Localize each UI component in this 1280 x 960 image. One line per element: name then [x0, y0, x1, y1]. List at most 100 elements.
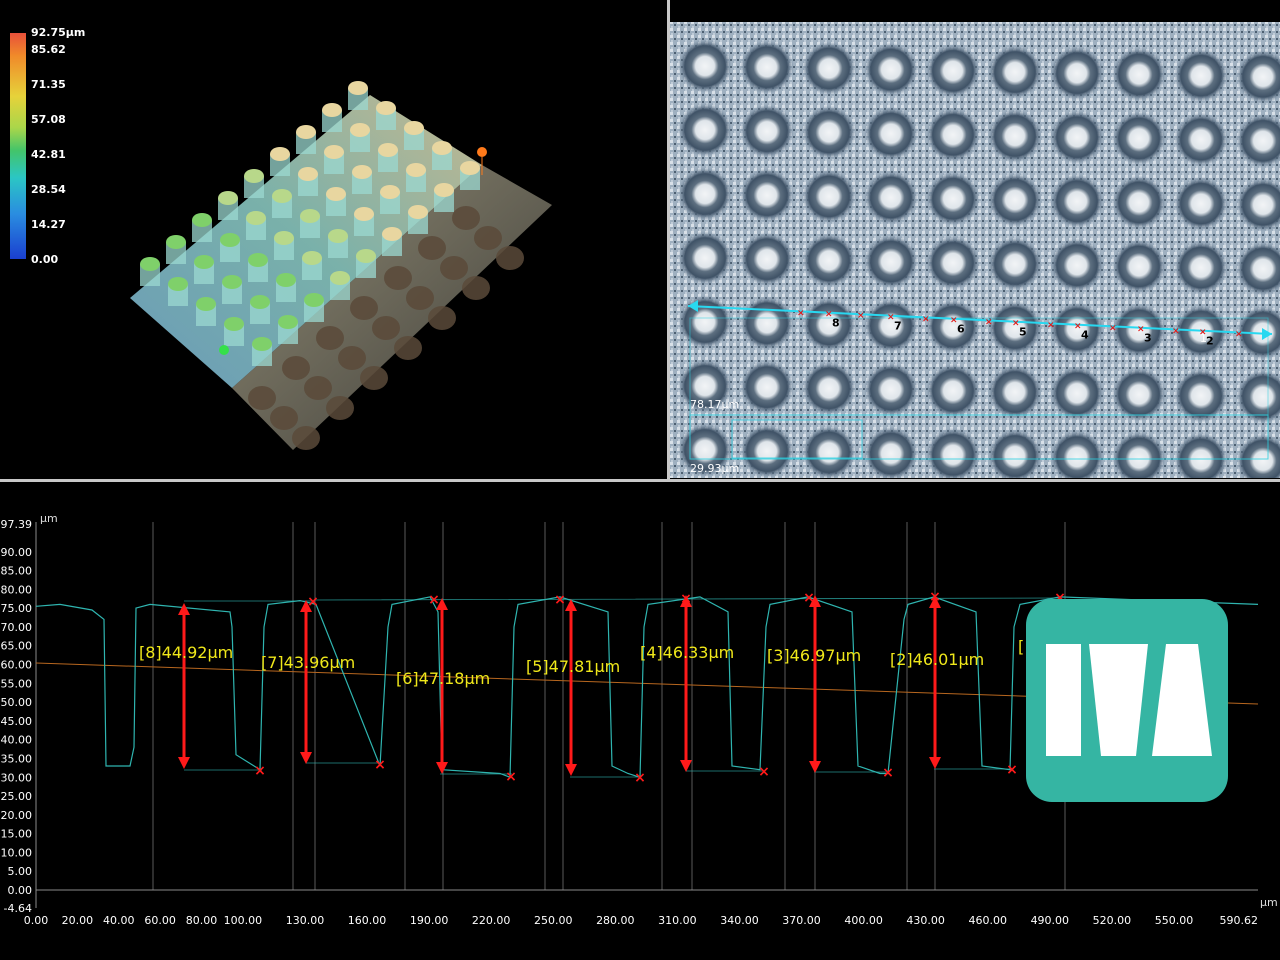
well	[1050, 174, 1104, 229]
well	[926, 299, 980, 354]
pillar-top	[302, 251, 322, 265]
well	[926, 363, 980, 418]
pillar-top	[376, 101, 396, 115]
y-tick-label: 40.00	[1, 734, 33, 747]
pillar-top	[434, 183, 454, 197]
y-tick-label: 80.00	[1, 583, 33, 596]
3d-view-panel[interactable]: 92.75µm 85.62 71.35 57.08 42.81 28.54 14…	[0, 0, 667, 478]
height-arrow-head	[436, 762, 448, 774]
well	[1112, 47, 1166, 102]
optical-image[interactable]: × × × × × × × × × × × × × × ×8 7 6 5 4 3 21 78.17µm 29.93µm	[670, 0, 1280, 478]
pillar-top	[192, 213, 212, 227]
well	[678, 103, 732, 157]
grid-vertical	[152, 522, 1066, 890]
well	[740, 40, 794, 95]
height-arrow-head	[178, 603, 190, 615]
well	[740, 360, 794, 415]
well	[1174, 112, 1228, 167]
well	[1112, 175, 1166, 230]
pillar-top	[222, 275, 242, 289]
photo-x-mark: ×	[985, 317, 993, 327]
y-tick-label: 90.00	[1, 546, 33, 559]
well	[802, 425, 856, 478]
well	[988, 173, 1042, 227]
pillar-top	[406, 163, 426, 177]
height-arrow-head	[680, 760, 692, 772]
well	[678, 295, 732, 349]
optical-image-panel[interactable]: × × × × × × × × × × × × × × × 8 7 6 5 4 3 2 1 78.17µm 29.93µm	[670, 0, 1280, 478]
y-tick-label: 35.00	[1, 752, 33, 765]
pillar-top	[166, 235, 186, 249]
cut-dome	[316, 326, 344, 350]
well	[740, 168, 794, 223]
cut-dome	[372, 316, 400, 340]
well	[926, 235, 980, 290]
height-arrow-head	[565, 599, 577, 611]
well	[1174, 176, 1228, 231]
well	[926, 43, 980, 98]
profile-graph-panel[interactable]: 90.00 85.00 80.00 75.00 70.00 65.00 60.00 55.00…	[0, 482, 1280, 960]
well	[740, 296, 794, 351]
3d-surface-render[interactable]	[0, 0, 667, 478]
photo-x-mark: ×	[1047, 320, 1055, 330]
x-tick-label: 220.00	[472, 914, 511, 927]
pillar-top	[352, 165, 372, 179]
pillar-top	[194, 255, 214, 269]
well	[1050, 110, 1104, 165]
measure-x-mark: ×	[374, 757, 386, 773]
photo-x-mark: ×	[857, 311, 865, 321]
cut-dome	[360, 366, 388, 390]
dimension-label-top: 78.17µm	[690, 398, 739, 411]
pillar-top	[270, 147, 290, 161]
y-tick-label: 5.00	[8, 865, 33, 878]
x-tick-label: 160.00	[348, 914, 387, 927]
y-tick-label: 15.00	[1, 828, 33, 841]
x-tick-label: 20.00	[62, 914, 94, 927]
y-tick-label: 60.00	[1, 659, 33, 672]
x-tick-label: 0.00	[24, 914, 49, 927]
pillar-top	[252, 337, 272, 351]
pillar-top	[218, 191, 238, 205]
x-unit-label: µm	[1260, 896, 1278, 909]
pillar-top	[382, 227, 402, 241]
photo-marker-number: 5	[1019, 326, 1027, 339]
cut-end-marker[interactable]	[477, 147, 487, 157]
height-arrow-head	[809, 761, 821, 773]
pillar-top	[220, 233, 240, 247]
pillar-top	[304, 293, 324, 307]
photo-marker-number: 2	[1206, 335, 1214, 348]
cut-start-marker[interactable]	[219, 345, 229, 355]
well	[864, 170, 918, 225]
pillar-top	[324, 145, 344, 159]
logo-mark	[1046, 644, 1212, 756]
pillar-top	[356, 249, 376, 263]
y-tick-label: 70.00	[1, 621, 33, 634]
pillar-top	[408, 205, 428, 219]
pillar-top	[432, 141, 452, 155]
y-axis-ticks: 90.00 85.00 80.00 75.00 70.00 65.00 60.00 55.00…	[1, 546, 33, 897]
well	[1050, 238, 1104, 293]
cut-dome	[270, 406, 298, 430]
y-tick-label: 50.00	[1, 696, 33, 709]
measure-points: ××××××××××××××	[254, 589, 1066, 786]
y-tick-label: 45.00	[1, 715, 33, 728]
vertical-splitter[interactable]	[667, 0, 670, 480]
image-top-border	[670, 0, 1280, 22]
y-tick-label: 85.00	[1, 565, 33, 578]
cut-dome	[338, 346, 366, 370]
pillar-top	[244, 169, 264, 183]
photo-marker-number: 8	[832, 317, 840, 330]
y-tick-label: 0.00	[8, 884, 33, 897]
height-measurement-label: [4]46.33µm	[640, 643, 734, 662]
pillar-top	[328, 229, 348, 243]
measurement-labels: [8]44.92µm [7]43.96µm [6]47.18µm [5]47.81µm…	[139, 637, 1024, 688]
x-tick-label: 550.00	[1155, 914, 1194, 927]
pillar-top	[322, 103, 342, 117]
pillar-top	[348, 81, 368, 95]
cut-dome	[282, 356, 310, 380]
well	[802, 361, 856, 416]
pillar-top	[326, 187, 346, 201]
y-tick-label: 25.00	[1, 790, 33, 803]
well	[802, 105, 856, 160]
cut-dome	[248, 386, 276, 410]
